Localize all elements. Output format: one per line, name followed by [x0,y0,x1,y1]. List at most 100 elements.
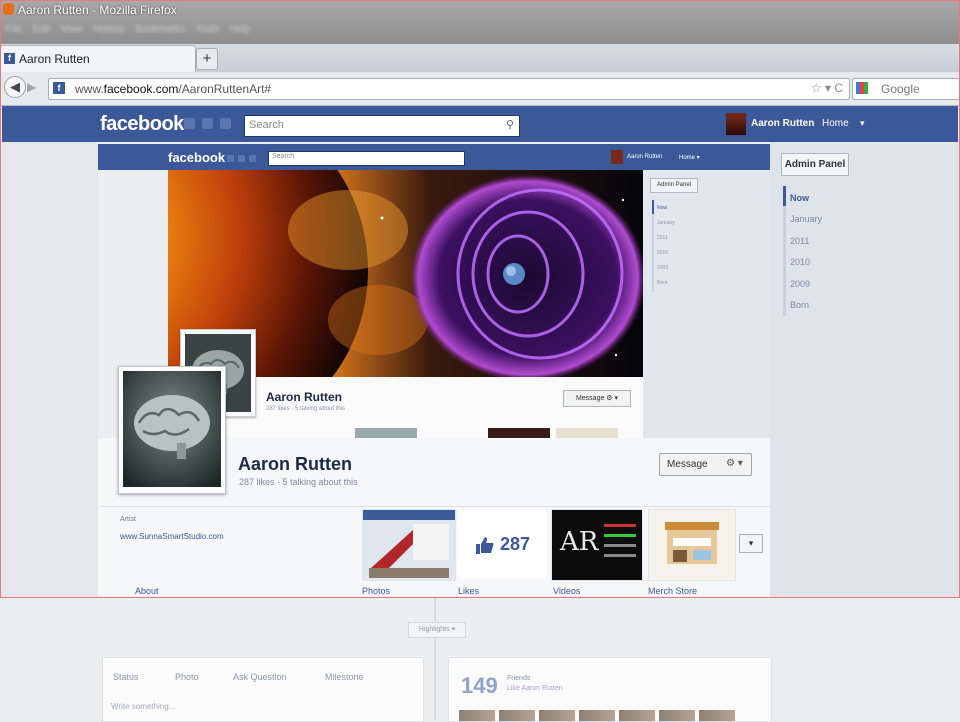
inner-search-input: Search [268,151,465,166]
user-avatar[interactable] [726,113,746,135]
google-icon[interactable] [856,82,868,94]
inner-message-button: Message ⚙ ▾ [563,390,631,407]
gear-dropdown-icon[interactable]: ⚙ ▾ [726,458,743,469]
search-engine-placeholder: Google [881,82,920,96]
friends-box[interactable]: 149 Friends Like Aaron Rutten [448,657,772,722]
inner-notifications-icon [249,155,256,162]
url-controls[interactable]: ☆ ▾ C [811,81,843,95]
tab-videos[interactable]: Videos [553,586,580,596]
about-category: Artist [120,516,136,523]
year-item-2010[interactable]: 2010 [790,257,810,267]
inner-video-thumb [488,428,550,438]
photos-thumbnail-image [363,510,455,580]
messages-icon[interactable] [202,118,213,129]
year-item-january[interactable]: January [790,214,822,224]
forward-arrow-icon[interactable]: ▶ [27,80,36,94]
inner-facebook-logo: facebook [168,150,226,165]
search-icon[interactable]: ⚲ [506,118,514,131]
inner-year-selected [652,200,654,214]
profile-subtitle: 287 likes · 5 talking about this [239,477,358,487]
inner-year-born: Born [657,280,668,286]
profile-picture[interactable] [118,366,226,494]
about-box[interactable]: Artist www.SunnaSmartStudio.com [100,508,358,580]
merch-store-tile[interactable] [648,509,736,581]
inner-year-now: Now [657,205,668,211]
friends-count: 149 [461,673,498,698]
year-item-2009[interactable]: 2009 [790,279,810,289]
composer-photo[interactable]: Photo [175,672,199,682]
facebook-header: facebook Search ⚲ Aaron Rutten Home ▾ [2,106,958,143]
site-identity-icon[interactable]: f [53,82,65,94]
friend-thumb[interactable] [579,710,615,721]
friend-thumb[interactable] [659,710,695,721]
notifications-icon[interactable] [220,118,231,129]
post-composer[interactable]: Status Photo Ask Question Milestone Writ… [102,657,424,722]
more-tiles-button[interactable]: ▾ [739,534,763,553]
friend-thumb[interactable] [459,710,495,721]
friend-thumb[interactable] [499,710,535,721]
window-titlebar: Aaron Rutten - Mozilla Firefox File Edit… [0,0,960,44]
friend-requests-icon[interactable] [184,118,195,129]
year-scrubber-selected [783,186,786,206]
inner-home-link: Home ▾ [679,155,700,161]
message-button-label: Message [667,459,708,470]
friends-sub-label: Like Aaron Rutten [507,685,563,692]
composer-milestone[interactable]: Milestone [325,672,364,682]
friend-thumb[interactable] [539,710,575,721]
composer-status[interactable]: Status [113,672,139,682]
inner-admin-panel-button: Admin Panel [650,178,698,193]
tab-about[interactable]: About [135,586,159,596]
search-engine-box[interactable]: Google [852,78,960,100]
friends-label[interactable]: Friends [507,675,530,682]
facebook-logo[interactable]: facebook [100,113,184,136]
inner-year-2009: 2009 [657,265,669,271]
message-button[interactable]: Message ⚙ ▾ [659,453,752,476]
inner-user-avatar [611,150,623,164]
facebook-favicon-icon: f [4,53,15,64]
year-item-now[interactable]: Now [790,193,809,203]
inner-profile-name: Aaron Rutten [266,390,342,404]
inner-profile-subtitle: 287 likes · 5 talking about this [266,406,346,412]
account-dropdown-icon[interactable]: ▾ [860,118,865,129]
composer-input[interactable]: Write something... [111,702,175,711]
brain-icon [123,371,221,487]
new-tab-button[interactable]: + [196,48,218,70]
friend-thumb[interactable] [699,710,735,721]
url-bar[interactable]: f www.facebook.com/AaronRuttenArt# ☆ ▾ C [48,78,850,100]
inner-friends-icon [227,155,234,162]
browser-tab[interactable]: f Aaron Rutten [0,45,196,73]
year-item-2011[interactable]: 2011 [790,236,809,246]
firefox-icon [3,3,14,15]
header-user-name[interactable]: Aaron Rutten [751,118,814,129]
about-website-link[interactable]: www.SunnaSmartStudio.com [120,532,224,541]
inner-year-2010: 2010 [657,250,669,256]
facebook-search-input[interactable]: Search ⚲ [244,115,520,137]
url-text[interactable]: www.facebook.com/AaronRuttenArt# [75,82,271,96]
home-link[interactable]: Home [822,118,849,129]
composer-ask-question[interactable]: Ask Question [233,672,287,682]
inner-messages-icon [238,155,245,162]
profile-name: Aaron Rutten [238,454,352,474]
menu-bar-blurred[interactable]: File Edit View History Bookmarks Tools H… [6,24,250,35]
thumbs-up-icon [476,537,494,554]
window-title: Aaron Rutten - Mozilla Firefox [18,3,177,17]
inner-search-placeholder: Search [272,153,295,160]
friend-thumb[interactable] [619,710,655,721]
tab-merch-store[interactable]: Merch Store [648,586,697,596]
tab-photos[interactable]: Photos [362,586,390,596]
likes-tile[interactable]: 287 [458,509,546,579]
photos-tile[interactable] [362,509,456,581]
videos-tile[interactable]: AR [551,509,643,581]
right-sidebar [770,142,958,597]
highlights-dropdown[interactable]: Highlights ▾ [408,622,466,638]
admin-panel-button[interactable]: Admin Panel [781,153,849,176]
inner-store-thumb [556,428,618,438]
tab-likes[interactable]: Likes [458,586,479,596]
search-placeholder: Search [249,119,284,131]
likes-count: 287 [500,534,531,554]
year-item-born[interactable]: Born [790,300,809,310]
storefront-icon [649,510,735,580]
left-gutter [2,142,98,597]
back-arrow-icon[interactable]: ◀ [4,76,26,98]
tab-label: Aaron Rutten [19,52,90,66]
